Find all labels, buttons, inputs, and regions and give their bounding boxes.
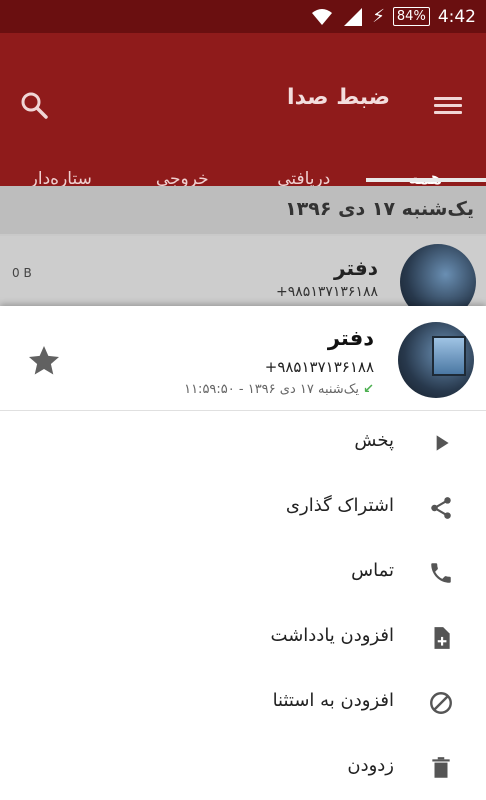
action-label: افزودن به استثنا (272, 690, 394, 711)
status-icons: ⚡ 84% 4:42 (310, 6, 476, 27)
action-delete[interactable]: زدودن (0, 735, 486, 800)
page-title: ضبط صدا (287, 85, 390, 110)
block-icon (430, 692, 452, 714)
search-icon[interactable] (18, 89, 50, 121)
charging-icon: ⚡ (372, 6, 385, 27)
wifi-icon (312, 8, 333, 25)
action-play[interactable]: پخش (0, 410, 486, 475)
monitor-illustration (432, 336, 466, 376)
action-label: افزودن یادداشت (270, 625, 394, 646)
phone-icon (431, 563, 451, 583)
share-icon (431, 497, 451, 519)
action-bottom-sheet: دفتر +۹۸۵۱۳۷۱۳۶۱۸۸ ↙ یک‌شنبه ۱۷ دی ۱۳۹۶ … (0, 306, 486, 800)
action-call[interactable]: تماس (0, 540, 486, 605)
call-details: ↙ یک‌شنبه ۱۷ دی ۱۳۹۶ - ۱۱:۵۹:۵۰ (184, 382, 374, 397)
action-share[interactable]: اشتراک گذاری (0, 475, 486, 540)
contact-number: +۹۸۵۱۳۷۱۳۶۱۸۸ (276, 284, 378, 300)
contact-name: دفتر (327, 326, 374, 350)
active-tab-indicator (366, 178, 486, 182)
signal-icon (344, 7, 363, 26)
app-bar: ضبط صدا همه دریافتی خروجی ستاره‌دار (0, 33, 486, 189)
add-note-icon (434, 627, 450, 649)
call-datetime: یک‌شنبه ۱۷ دی ۱۳۹۶ - ۱۱:۵۹:۵۰ (184, 382, 359, 397)
status-bar: ⚡ 84% 4:42 (0, 0, 486, 33)
star-icon[interactable] (26, 343, 62, 379)
file-size: 0 B (12, 266, 32, 280)
contact-name: دفتر (334, 256, 378, 280)
delete-icon (432, 757, 450, 778)
date-section-header: یک‌شنبه ۱۷ دی ۱۳۹۶ (0, 186, 486, 234)
action-add-note[interactable]: افزودن یادداشت (0, 605, 486, 670)
action-label: اشتراک گذاری (285, 495, 394, 516)
play-icon (436, 435, 449, 451)
contact-number: +۹۸۵۱۳۷۱۳۶۱۸۸ (264, 358, 374, 376)
action-list: پخش اشتراک گذاری تماس افزودن یادداشت افز… (0, 410, 486, 800)
clock: 4:42 (437, 6, 476, 27)
menu-icon[interactable] (434, 93, 462, 117)
incoming-call-icon: ↙ (363, 382, 374, 397)
action-label: تماس (351, 560, 394, 581)
action-add-exception[interactable]: افزودن به استثنا (0, 670, 486, 735)
action-label: زدودن (347, 755, 394, 776)
date-header-text: یک‌شنبه ۱۷ دی ۱۳۹۶ (285, 198, 474, 220)
contact-avatar (398, 322, 474, 398)
battery-level: 84% (392, 7, 430, 26)
sheet-header: دفتر +۹۸۵۱۳۷۱۳۶۱۸۸ ↙ یک‌شنبه ۱۷ دی ۱۳۹۶ … (0, 306, 486, 411)
action-label: پخش (354, 430, 394, 451)
recording-list-item[interactable]: دفتر +۹۸۵۱۳۷۱۳۶۱۸۸ 0 B (0, 236, 486, 320)
